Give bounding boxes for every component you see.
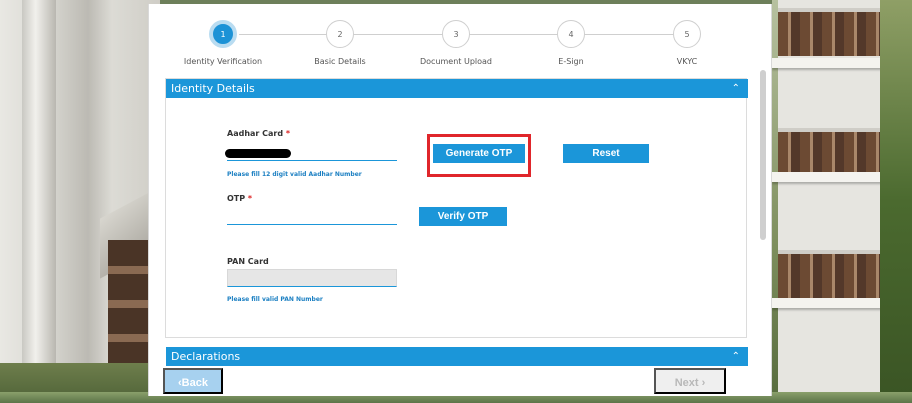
vertical-scrollbar[interactable] xyxy=(760,70,766,240)
step-number-circle: 2 xyxy=(326,20,354,48)
step-e-sign[interactable]: 4 E-Sign xyxy=(516,20,626,66)
background-floor xyxy=(778,8,888,56)
step-document-upload[interactable]: 3 Document Upload xyxy=(401,20,511,66)
background-left-building xyxy=(0,0,160,403)
background-right-building xyxy=(772,0,912,403)
form-content: Identity Details ⌃ Aadhar Card * Please … xyxy=(165,78,748,366)
reset-button[interactable]: Reset xyxy=(563,144,649,163)
progress-stepper: 1 Identity Verification 2 Basic Details … xyxy=(149,4,771,72)
required-mark: * xyxy=(247,194,253,203)
step-identity-verification[interactable]: 1 Identity Verification xyxy=(168,20,278,66)
step-number-circle: 4 xyxy=(557,20,585,48)
next-button[interactable]: Next › xyxy=(654,368,726,394)
step-label: Document Upload xyxy=(419,57,493,66)
background-slab xyxy=(772,298,892,308)
step-label: Identity Verification xyxy=(183,57,263,66)
otp-input[interactable] xyxy=(227,207,397,225)
verify-otp-button[interactable]: Verify OTP xyxy=(419,207,507,226)
navigation-bar: ‹Back Next › xyxy=(149,360,771,396)
pan-hint: Please fill valid PAN Number xyxy=(227,296,323,303)
background-trees xyxy=(880,0,912,403)
step-number-circle: 5 xyxy=(673,20,701,48)
generate-otp-button[interactable]: Generate OTP xyxy=(433,144,525,163)
background-floor xyxy=(778,250,888,298)
step-label: VKYC xyxy=(676,57,698,66)
section-title: Identity Details xyxy=(171,82,255,95)
background-pillar xyxy=(22,0,56,403)
kyc-form-panel: 1 Identity Verification 2 Basic Details … xyxy=(148,4,772,396)
background-slab xyxy=(772,172,892,182)
aadhar-label-text: Aadhar Card xyxy=(227,129,284,138)
step-label: Basic Details xyxy=(314,57,366,66)
otp-label: OTP * xyxy=(227,194,252,203)
aadhar-hint: Please fill 12 digit valid Aadhar Number xyxy=(227,171,362,178)
step-basic-details[interactable]: 2 Basic Details xyxy=(285,20,395,66)
aadhar-masked-value xyxy=(225,149,291,158)
chevron-up-icon[interactable]: ⌃ xyxy=(732,79,740,98)
background-floor xyxy=(778,128,888,176)
pan-label: PAN Card xyxy=(227,257,269,266)
otp-label-text: OTP xyxy=(227,194,246,203)
back-button[interactable]: ‹Back xyxy=(163,368,223,394)
step-number-circle: 3 xyxy=(442,20,470,48)
step-label: E-Sign xyxy=(558,57,584,66)
background-slab xyxy=(772,58,892,68)
step-number-circle: 1 xyxy=(209,20,237,48)
identity-details-header[interactable]: Identity Details ⌃ xyxy=(166,79,748,98)
required-mark: * xyxy=(285,129,291,138)
aadhar-label: Aadhar Card * xyxy=(227,129,290,138)
pan-input[interactable] xyxy=(227,269,397,287)
step-vkyc[interactable]: 5 VKYC xyxy=(632,20,742,66)
